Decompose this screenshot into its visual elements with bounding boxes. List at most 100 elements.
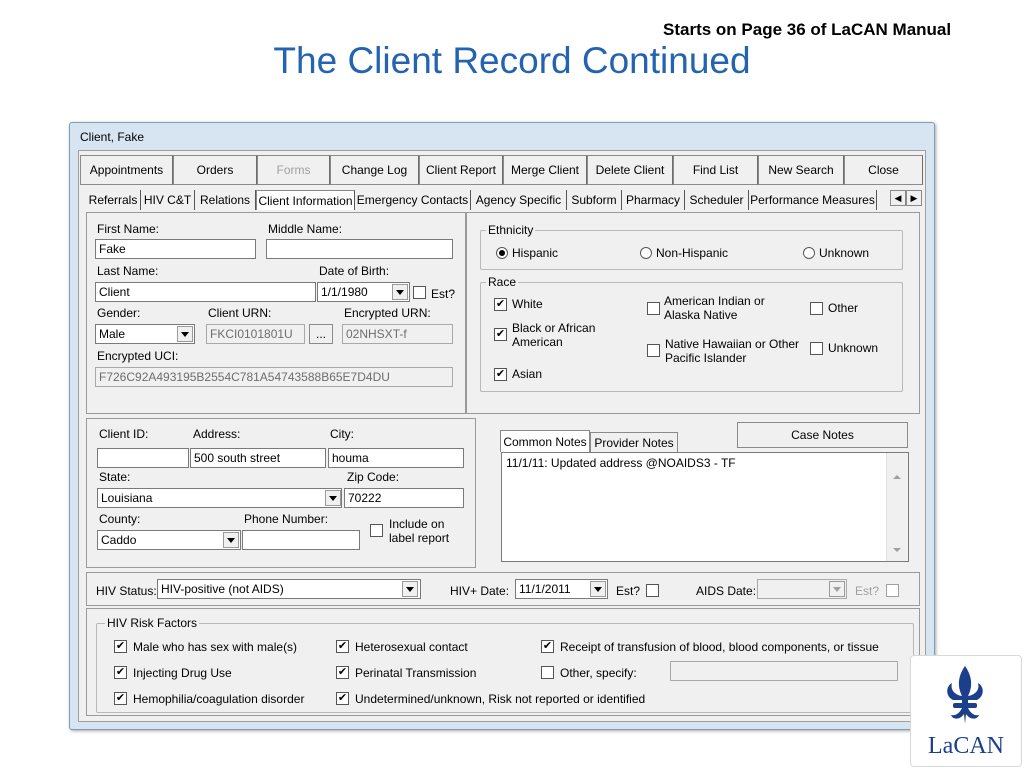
race-asian-checkbox[interactable]: ✔ — [494, 368, 507, 381]
race-unknown-checkbox[interactable] — [810, 342, 823, 355]
risk-heterosexual-checkbox[interactable]: ✔ — [336, 640, 349, 653]
tab-provider-notes[interactable]: Provider Notes — [590, 432, 678, 452]
address-field[interactable]: 500 south street — [190, 448, 326, 468]
risk-other-checkbox[interactable] — [541, 666, 554, 679]
race-white-checkbox[interactable]: ✔ — [494, 298, 507, 311]
notes-scroll-down-icon[interactable] — [893, 552, 901, 570]
race-black-checkbox[interactable]: ✔ — [494, 328, 507, 341]
client-urn-field: FKCI0101801U — [206, 324, 305, 344]
race-american-indian-label: American Indian or Alaska Native — [664, 294, 765, 322]
state-dropdown-icon[interactable] — [325, 490, 341, 506]
new-search-button[interactable]: New Search — [758, 155, 844, 185]
tab-agency-specific[interactable]: Agency Specific — [471, 190, 567, 210]
middle-name-label: Middle Name: — [268, 222, 343, 236]
risk-other-field — [670, 661, 898, 681]
address-label: Address: — [193, 427, 241, 441]
manual-reference-note: Starts on Page 36 of LaCAN Manual — [663, 20, 952, 39]
risk-perinatal-label: Perinatal Transmission — [355, 666, 477, 680]
tab-referrals[interactable]: Referrals — [86, 190, 141, 210]
race-native-hawaiian-label: Native Hawaiian or Other Pacific Islander — [665, 337, 800, 365]
hiv-date-est-label: Est? — [616, 584, 641, 598]
encrypted-urn-field: 02NHSXT-f — [342, 324, 453, 344]
first-name-field[interactable]: Fake — [95, 239, 256, 259]
client-id-field[interactable] — [97, 448, 189, 468]
urn-lookup-button[interactable]: ... — [309, 324, 333, 344]
risk-undetermined-label: Undetermined/unknown, Risk not reported … — [355, 692, 646, 706]
aids-date-est-label: Est? — [855, 584, 880, 598]
window-title: Client, Fake — [80, 130, 145, 144]
tab-client-information[interactable]: Client Information — [256, 190, 355, 210]
hiv-date-dropdown-icon[interactable] — [590, 581, 606, 597]
race-asian-label: Asian — [512, 367, 543, 381]
merge-client-button[interactable]: Merge Client — [503, 155, 587, 185]
tab-common-notes[interactable]: Common Notes — [500, 430, 590, 452]
tab-scheduler[interactable]: Scheduler — [685, 190, 749, 210]
risk-perinatal-checkbox[interactable]: ✔ — [336, 666, 349, 679]
notes-scroll-up-icon[interactable] — [893, 458, 901, 476]
hiv-date-est-checkbox[interactable] — [646, 584, 659, 597]
city-label: City: — [330, 427, 354, 441]
client-report-button[interactable]: Client Report — [419, 155, 503, 185]
risk-idu-checkbox[interactable]: ✔ — [114, 666, 127, 679]
dob-dropdown-icon[interactable] — [392, 284, 408, 300]
case-notes-button[interactable]: Case Notes — [737, 422, 908, 448]
race-black-label: Black or African American — [512, 321, 596, 349]
orders-button[interactable]: Orders — [173, 155, 257, 185]
tab-scroll-left-icon[interactable]: ◀ — [890, 190, 906, 206]
tab-hiv-ct[interactable]: HIV C&T — [141, 190, 195, 210]
change-log-button[interactable]: Change Log — [330, 155, 419, 185]
middle-name-field[interactable] — [266, 239, 453, 259]
dob-est-checkbox[interactable] — [413, 286, 426, 299]
county-select[interactable]: Caddo — [97, 530, 241, 550]
ethnicity-non-hispanic-label: Non-Hispanic — [656, 246, 729, 260]
lacan-logo-text: LaCAN — [928, 733, 1004, 759]
tab-subform[interactable]: Subform — [567, 190, 622, 210]
gender-dropdown-icon[interactable] — [177, 326, 193, 342]
forms-button: Forms — [257, 155, 330, 185]
find-list-button[interactable]: Find List — [673, 155, 758, 185]
risk-undetermined-checkbox[interactable]: ✔ — [336, 692, 349, 705]
risk-other-label: Other, specify: — [560, 666, 637, 680]
ethnicity-non-hispanic-radio[interactable] — [640, 247, 652, 259]
risk-hemophilia-checkbox[interactable]: ✔ — [114, 692, 127, 705]
race-legend: Race — [486, 275, 519, 289]
client-id-label: Client ID: — [99, 427, 149, 441]
county-dropdown-icon[interactable] — [223, 532, 239, 548]
city-field[interactable]: houma — [328, 448, 464, 468]
ethnicity-hispanic-radio[interactable] — [496, 247, 508, 259]
ethnicity-unknown-label: Unknown — [819, 246, 870, 260]
encrypted-uci-label: Encrypted UCI: — [97, 349, 179, 363]
risk-factors-legend: HIV Risk Factors — [105, 616, 200, 630]
race-native-hawaiian-checkbox[interactable] — [647, 344, 660, 357]
risk-transfusion-checkbox[interactable]: ✔ — [541, 640, 554, 653]
appointments-button[interactable]: Appointments — [80, 155, 173, 185]
ethnicity-hispanic-label: Hispanic — [512, 246, 559, 260]
tab-pharmacy[interactable]: Pharmacy — [622, 190, 685, 210]
hiv-status-select[interactable]: HIV-positive (not AIDS) — [157, 579, 421, 599]
race-other-label: Other — [828, 301, 859, 315]
encrypted-uci-field: F726C92A493195B2554C781A54743588B65E7D4D… — [95, 367, 453, 387]
include-label-report-checkbox[interactable] — [370, 524, 383, 537]
aids-date-est-checkbox — [886, 584, 899, 597]
state-select[interactable]: Louisiana — [97, 488, 342, 508]
race-other-checkbox[interactable] — [810, 302, 823, 315]
tab-performance-measures[interactable]: Performance Measures — [749, 190, 877, 210]
phone-field[interactable] — [242, 530, 360, 550]
risk-msm-label: Male who has sex with male(s) — [133, 640, 298, 654]
phone-label: Phone Number: — [244, 512, 329, 526]
tab-relations[interactable]: Relations — [195, 190, 256, 210]
gender-label: Gender: — [97, 306, 141, 320]
ethnicity-unknown-radio[interactable] — [803, 247, 815, 259]
tab-emergency-contacts[interactable]: Emergency Contacts — [355, 190, 471, 210]
state-label: State: — [99, 470, 131, 484]
delete-client-button[interactable]: Delete Client — [587, 155, 673, 185]
last-name-field[interactable]: Client — [95, 282, 316, 302]
aids-date-label: AIDS Date: — [696, 584, 757, 598]
risk-msm-checkbox[interactable]: ✔ — [114, 640, 127, 653]
race-american-indian-checkbox[interactable] — [647, 302, 660, 315]
zip-field[interactable]: 70222 — [344, 488, 464, 508]
tab-scroll-right-icon[interactable]: ▶ — [906, 190, 922, 206]
county-label: County: — [99, 512, 141, 526]
hiv-status-dropdown-icon[interactable] — [402, 581, 418, 597]
close-button[interactable]: Close — [844, 155, 923, 185]
